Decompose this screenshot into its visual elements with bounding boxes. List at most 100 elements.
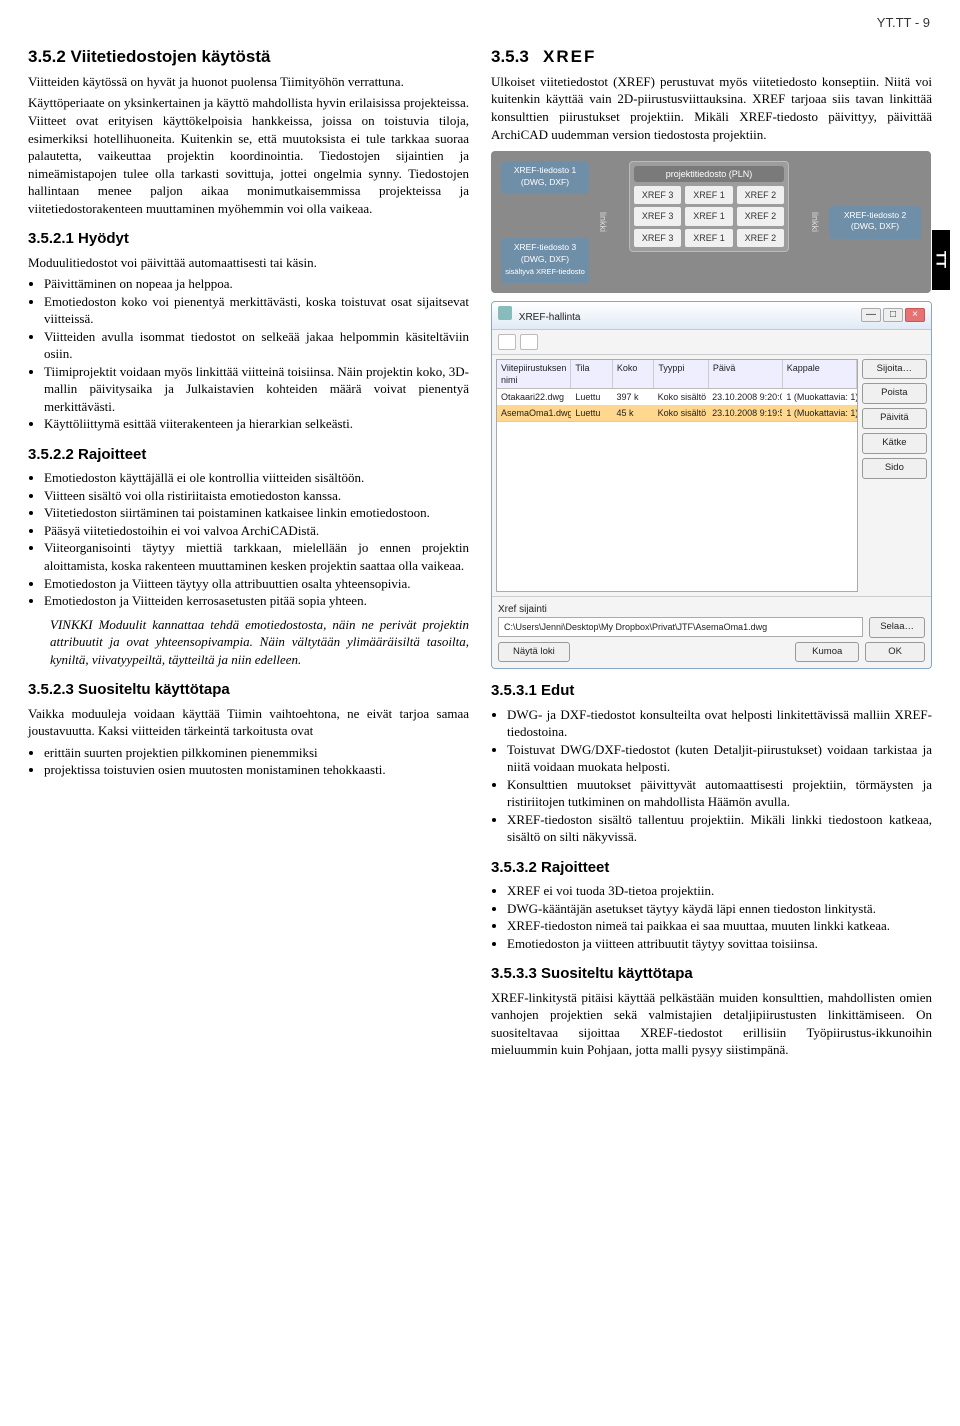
- pln-box: projektitiedosto (PLN) XREF 3 XREF 1 XRE…: [629, 161, 789, 252]
- list-item: Päivittäminen on nopeaa ja helppoa.: [44, 275, 469, 293]
- col-state: Tila: [571, 360, 612, 388]
- cell: 45 k: [612, 405, 653, 421]
- table-row-selected[interactable]: AsemaOma1.dwg Luettu 45 k Koko sisältö 2…: [497, 405, 857, 421]
- sido-button[interactable]: Sido: [862, 458, 927, 479]
- path-input[interactable]: C:\Users\Jenni\Desktop\My Dropbox\Privat…: [498, 617, 863, 637]
- xref-block-3: XREF-tiedosto 3 (DWG, DXF) sisältyvä XRE…: [501, 238, 589, 283]
- list-item: Emotiedoston käyttäjällä ei ole kontroll…: [44, 469, 469, 487]
- linkki-label-left: linkki: [597, 212, 609, 232]
- paragraph: XREF-linkitystä pitäisi käyttää pelkästä…: [491, 989, 932, 1059]
- paragraph: Viitteiden käytössä on hyvät ja huonot p…: [28, 73, 469, 91]
- window-title: XREF-hallinta: [519, 312, 581, 323]
- col-count: Kappale: [783, 360, 857, 388]
- list-item: Emotiedoston koko voi pienentyä merkittä…: [44, 293, 469, 328]
- heading-3531: 3.5.3.1 Edut: [491, 681, 932, 701]
- path-label: Xref sijainti: [498, 603, 925, 617]
- titlebar: XREF-hallinta — □ ×: [492, 302, 931, 330]
- xref-table: Viitepiirustuksen nimi Tila Koko Tyyppi …: [496, 359, 858, 593]
- heading-3522: 3.5.2.2 Rajoitteet: [28, 445, 469, 465]
- nayta-loki-button[interactable]: Näytä loki: [498, 642, 570, 663]
- paragraph: Käyttöperiaate on yksinkertainen ja käyt…: [28, 94, 469, 217]
- col-size: Koko: [613, 360, 654, 388]
- heading-3521: 3.5.2.1 Hyödyt: [28, 229, 469, 249]
- list-item: Emotiedoston ja Viitteiden kerrosasetust…: [44, 592, 469, 610]
- ok-button[interactable]: OK: [865, 642, 925, 663]
- left-column: 3.5.2 Viitetiedostojen käytöstä Viitteid…: [28, 46, 469, 1063]
- diagram-cell: XREF 2: [737, 207, 784, 225]
- diagram-cell: XREF 3: [634, 186, 681, 204]
- cell: 1 (Muokattavia: 1): [782, 389, 856, 405]
- heading-353: 3.5.3 XREF: [491, 46, 932, 69]
- cell: Luettu: [571, 389, 612, 405]
- list-item: projektissa toistuvien osien muutosten m…: [44, 761, 469, 779]
- cell: Otakaari22.dwg: [497, 389, 571, 405]
- diagram-cell: XREF 3: [634, 229, 681, 247]
- list-item: Toistuvat DWG/DXF-tiedostot (kuten Detal…: [507, 741, 932, 776]
- sijoita-button[interactable]: Sijoita…: [862, 359, 927, 380]
- diagram-cell: XREF 1: [685, 207, 732, 225]
- list-item: Emotiedoston ja Viitteen täytyy olla att…: [44, 575, 469, 593]
- xref-diagram: XREF-tiedosto 1 (DWG, DXF) XREF-tiedosto…: [491, 151, 931, 293]
- tool-icon[interactable]: [498, 334, 516, 350]
- list-item: XREF ei voi tuoda 3D-tietoa projektiin.: [507, 882, 932, 900]
- list-item: Viiteorganisointi täytyy miettiä tarkkaa…: [44, 539, 469, 574]
- pln-title: projektitiedosto (PLN): [634, 166, 784, 182]
- list-item: Tiimiprojektit voidaan myös linkittää vi…: [44, 363, 469, 416]
- list-item: XREF-tiedoston nimeä tai paikkaa ei saa …: [507, 917, 932, 935]
- linkki-label-right: linkki: [809, 212, 821, 232]
- col-date: Päivä: [709, 360, 783, 388]
- list-item: Käyttöliittymä esittää viiterakenteen ja…: [44, 415, 469, 433]
- cell: 23.10.2008 9:20:05: [708, 389, 782, 405]
- diagram-cell: XREF 2: [737, 229, 784, 247]
- page-number: YT.TT - 9: [877, 14, 930, 32]
- cell: 397 k: [612, 389, 653, 405]
- list-item: Viitetiedoston siirtäminen tai poistamin…: [44, 504, 469, 522]
- list-item: Viitteiden avulla isommat tiedostot on s…: [44, 328, 469, 363]
- list-item: Emotiedoston ja viitteen attribuutit täy…: [507, 935, 932, 953]
- list-item: Pääsyä viitetiedostoihin ei voi valvoa A…: [44, 522, 469, 540]
- list-item: XREF-tiedoston sisältö tallentuu projekt…: [507, 811, 932, 846]
- close-button[interactable]: ×: [905, 308, 925, 322]
- kumoa-button[interactable]: Kumoa: [795, 642, 859, 663]
- toolbar: [492, 330, 931, 355]
- heading-353-number: 3.5.3: [491, 47, 529, 66]
- cell: Koko sisältö: [654, 405, 708, 421]
- heading-3533: 3.5.3.3 Suositeltu käyttötapa: [491, 964, 932, 984]
- col-name: Viitepiirustuksen nimi: [497, 360, 571, 388]
- heading-3532: 3.5.3.2 Rajoitteet: [491, 858, 932, 878]
- hint-block: VINKKI Moduulit kannattaa tehdä emotiedo…: [50, 616, 469, 669]
- list-item: DWG-kääntäjän asetukset täytyy käydä läp…: [507, 900, 932, 918]
- list-item: Konsulttien muutokset päivittyvät automa…: [507, 776, 932, 811]
- diagram-cell: XREF 1: [685, 186, 732, 204]
- poista-button[interactable]: Poista: [862, 383, 927, 404]
- tool-icon[interactable]: [520, 334, 538, 350]
- paivita-button[interactable]: Päivitä: [862, 408, 927, 429]
- diagram-cell: XREF 2: [737, 186, 784, 204]
- table-row[interactable]: Otakaari22.dwg Luettu 397 k Koko sisältö…: [497, 389, 857, 405]
- list-item: DWG- ja DXF-tiedostot konsulteilta ovat …: [507, 706, 932, 741]
- diagram-cell: XREF 3: [634, 207, 681, 225]
- cell: Koko sisältö: [654, 389, 708, 405]
- paragraph: Ulkoiset viitetiedostot (XREF) perustuva…: [491, 73, 932, 143]
- maximize-button[interactable]: □: [883, 308, 903, 322]
- right-column: 3.5.3 XREF Ulkoiset viitetiedostot (XREF…: [491, 46, 932, 1063]
- xref-block-3-title: XREF-tiedosto 3 (DWG, DXF): [505, 242, 585, 267]
- xref-block-1-title: XREF-tiedosto 1 (DWG, DXF): [505, 165, 585, 190]
- list-3522: Emotiedoston käyttäjällä ei ole kontroll…: [28, 469, 469, 609]
- minimize-button[interactable]: —: [861, 308, 881, 322]
- selaa-button[interactable]: Selaa…: [869, 617, 925, 638]
- katke-button[interactable]: Kätke: [862, 433, 927, 454]
- list-3532: XREF ei voi tuoda 3D-tietoa projektiin. …: [491, 882, 932, 952]
- xref-block-2: XREF-tiedosto 2 (DWG, DXF): [829, 206, 921, 239]
- table-header: Viitepiirustuksen nimi Tila Koko Tyyppi …: [497, 360, 857, 389]
- col-type: Tyyppi: [654, 360, 708, 388]
- table-empty-area: [497, 421, 857, 591]
- xref-block-1: XREF-tiedosto 1 (DWG, DXF): [501, 161, 589, 194]
- paragraph: Moduulitiedostot voi päivittää automaatt…: [28, 254, 469, 272]
- list-3523: erittäin suurten projektien pilkkominen …: [28, 744, 469, 779]
- xref-block-2-title: XREF-tiedosto 2 (DWG, DXF): [833, 210, 917, 235]
- heading-352: 3.5.2 Viitetiedostojen käytöstä: [28, 46, 469, 69]
- cell: 1 (Muokattavia: 1): [782, 405, 856, 421]
- app-icon: [498, 306, 512, 320]
- paragraph: Vaikka moduuleja voidaan käyttää Tiimin …: [28, 705, 469, 740]
